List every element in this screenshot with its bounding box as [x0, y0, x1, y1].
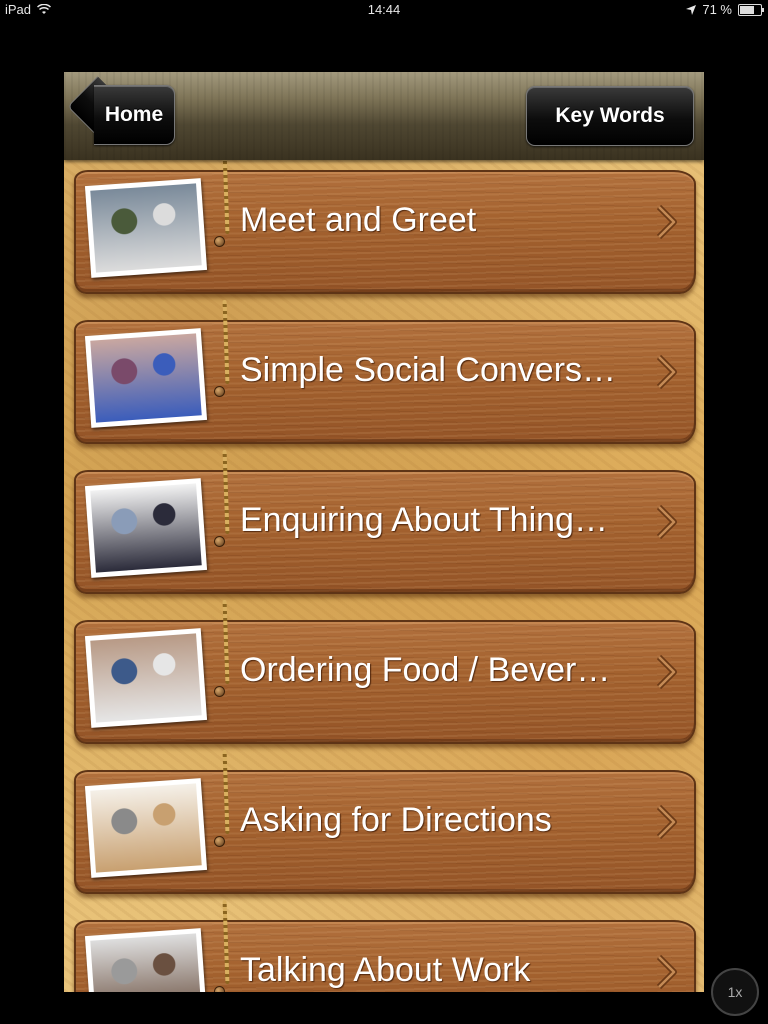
ordering-food-photo — [84, 628, 208, 728]
topic-label: Meet and Greet — [240, 201, 477, 239]
topic-label: Simple Social Convers… — [240, 351, 617, 389]
topic-label: Ordering Food / Bever… — [240, 651, 611, 689]
topic-row[interactable]: Enquiring About Thing… — [74, 449, 696, 594]
work-photo — [84, 928, 208, 992]
enquiring-photo — [84, 478, 208, 578]
chevron-right-icon — [656, 204, 677, 240]
topic-row[interactable]: Talking About Work — [74, 899, 696, 992]
topic-label: Enquiring About Thing… — [240, 501, 608, 539]
battery-percent: 71 % — [702, 2, 732, 17]
key-words-button[interactable]: Key Words — [526, 86, 694, 146]
chevron-right-icon — [656, 354, 677, 390]
clock: 14:44 — [367, 2, 401, 17]
nail-icon — [214, 836, 225, 847]
app-window: Home Key Words Meet and Greet Simple Soci… — [64, 72, 704, 992]
topic-row[interactable]: Asking for Directions — [74, 749, 696, 894]
chevron-right-icon — [656, 804, 677, 840]
status-bar: iPad 14:44 71 % — [0, 0, 768, 20]
social-conversation-photo — [84, 328, 208, 428]
nail-icon — [214, 236, 225, 247]
location-arrow-icon — [686, 4, 697, 15]
topic-row[interactable]: Simple Social Convers… — [74, 299, 696, 444]
nail-icon — [214, 686, 225, 697]
topic-label: Talking About Work — [240, 951, 531, 989]
home-button-label: Home — [94, 85, 175, 145]
nail-icon — [214, 386, 225, 397]
chevron-right-icon — [656, 654, 677, 690]
chevron-right-icon — [656, 954, 677, 990]
people-greeting-photo — [84, 178, 208, 278]
nail-icon — [214, 986, 225, 992]
navigation-bar: Home Key Words — [64, 72, 704, 160]
battery-icon — [738, 3, 764, 16]
chevron-right-icon — [656, 504, 677, 540]
topic-row[interactable]: Ordering Food / Bever… — [74, 599, 696, 744]
nail-icon — [214, 536, 225, 547]
zoom-button[interactable]: 1x — [711, 968, 759, 1016]
topic-row[interactable]: Meet and Greet — [74, 149, 696, 294]
directions-photo — [84, 778, 208, 878]
topic-label: Asking for Directions — [240, 801, 552, 839]
